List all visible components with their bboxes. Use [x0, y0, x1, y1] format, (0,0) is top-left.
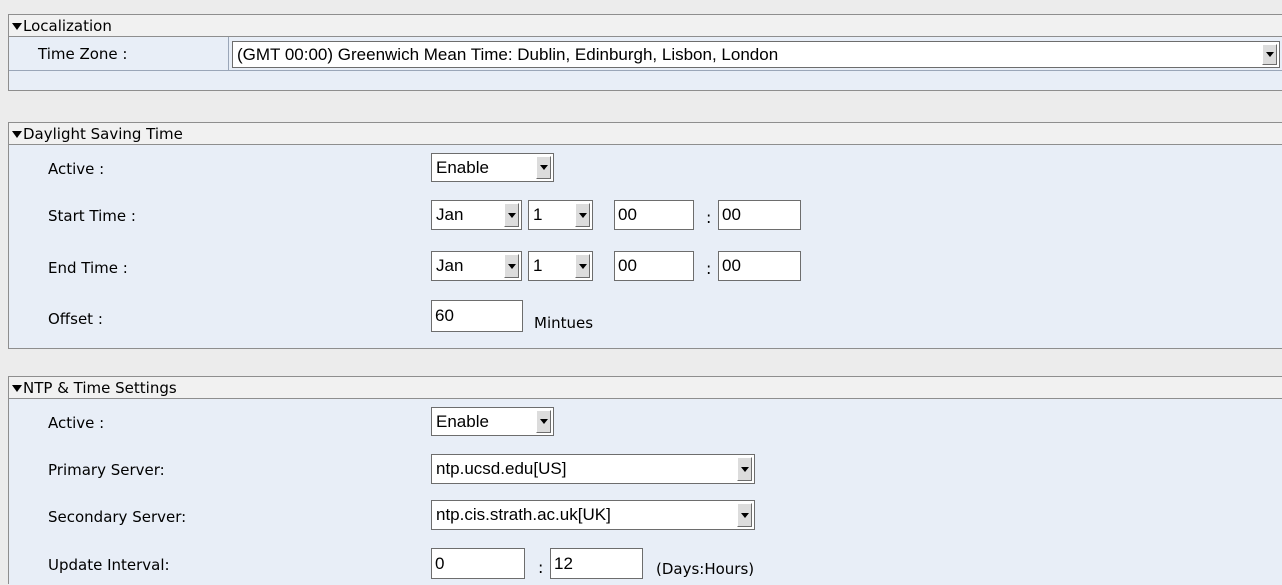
end-day-select[interactable]: 1: [528, 251, 593, 281]
chevron-down-icon[interactable]: [504, 203, 519, 227]
chevron-down-icon[interactable]: [737, 457, 752, 481]
dst-body: Active : Enable Start Time : Jan 1 00 : …: [9, 145, 1282, 348]
ntp-active-label: Active :: [48, 414, 105, 432]
secondary-server-select[interactable]: ntp.cis.strath.ac.uk[UK]: [431, 500, 755, 530]
start-colon: :: [706, 208, 712, 227]
dst-active-row: Active : Enable: [9, 145, 1282, 192]
ntp-section: NTP & Time Settings Active : Enable Prim…: [8, 376, 1282, 585]
dst-header[interactable]: Daylight Saving Time: [9, 123, 1282, 145]
end-day-value: 1: [533, 256, 543, 275]
update-interval-label: Update Interval:: [48, 556, 170, 574]
start-minute-input[interactable]: 00: [718, 200, 801, 230]
chevron-down-icon[interactable]: [536, 156, 551, 179]
secondary-server-row: Secondary Server: ntp.cis.strath.ac.uk[U…: [9, 493, 1282, 540]
ntp-active-select[interactable]: Enable: [431, 407, 554, 436]
interval-days-input[interactable]: 0: [431, 548, 525, 579]
chevron-down-icon[interactable]: [536, 410, 551, 433]
dst-active-select[interactable]: Enable: [431, 153, 554, 182]
time-zone-row: Time Zone : (GMT 00:00) Greenwich Mean T…: [9, 37, 1282, 71]
time-zone-label: Time Zone :: [38, 45, 128, 63]
dst-title: Daylight Saving Time: [23, 125, 183, 143]
interval-hours-input[interactable]: 12: [550, 548, 643, 579]
localization-title: Localization: [23, 17, 112, 35]
dst-offset-row: Offset : 60 Mintues: [9, 294, 1282, 348]
collapse-triangle-icon[interactable]: [12, 23, 22, 30]
start-month-value: Jan: [436, 205, 464, 224]
primary-server-label: Primary Server:: [48, 461, 165, 479]
dst-offset-label: Offset :: [48, 310, 103, 328]
dst-active-label: Active :: [48, 160, 105, 178]
dst-end-row: End Time : Jan 1 00 : 00: [9, 240, 1282, 294]
collapse-triangle-icon[interactable]: [12, 385, 22, 392]
primary-server-select[interactable]: ntp.ucsd.edu[US]: [431, 454, 755, 484]
interval-colon: :: [538, 558, 544, 577]
dst-start-label: Start Time :: [48, 207, 136, 225]
dst-end-label: End Time :: [48, 259, 128, 277]
ntp-title: NTP & Time Settings: [23, 379, 177, 397]
localization-section: Localization Time Zone : (GMT 00:00) Gre…: [8, 14, 1282, 91]
start-month-select[interactable]: Jan: [431, 200, 522, 230]
start-day-value: 1: [533, 205, 543, 224]
start-hour-input[interactable]: 00: [614, 200, 694, 230]
end-month-select[interactable]: Jan: [431, 251, 522, 281]
secondary-server-label: Secondary Server:: [48, 508, 187, 526]
chevron-down-icon[interactable]: [575, 203, 590, 227]
chevron-down-icon[interactable]: [575, 254, 590, 278]
dst-active-value: Enable: [436, 157, 489, 177]
offset-unit: Mintues: [534, 314, 594, 332]
end-month-value: Jan: [436, 256, 464, 275]
localization-header[interactable]: Localization: [9, 15, 1282, 37]
chevron-down-icon[interactable]: [737, 503, 752, 527]
end-hour-input[interactable]: 00: [614, 251, 694, 281]
ntp-active-value: Enable: [436, 411, 489, 431]
update-interval-row: Update Interval: 0 : 12 (Days:Hours): [9, 540, 1282, 585]
dst-section: Daylight Saving Time Active : Enable Sta…: [8, 122, 1282, 349]
chevron-down-icon[interactable]: [504, 254, 519, 278]
primary-server-row: Primary Server: ntp.ucsd.edu[US]: [9, 446, 1282, 493]
interval-unit: (Days:Hours): [656, 560, 755, 578]
ntp-body: Active : Enable Primary Server: ntp.ucsd…: [9, 399, 1282, 585]
ntp-header[interactable]: NTP & Time Settings: [9, 377, 1282, 399]
primary-server-value: ntp.ucsd.edu[US]: [436, 459, 567, 478]
offset-input[interactable]: 60: [431, 300, 523, 332]
chevron-down-icon[interactable]: [1262, 44, 1277, 65]
end-colon: :: [706, 259, 712, 278]
localization-body: Time Zone : (GMT 00:00) Greenwich Mean T…: [9, 37, 1282, 90]
time-zone-value: (GMT 00:00) Greenwich Mean Time: Dublin,…: [237, 44, 779, 64]
secondary-server-value: ntp.cis.strath.ac.uk[UK]: [436, 505, 611, 524]
column-divider: [228, 37, 229, 70]
collapse-triangle-icon[interactable]: [12, 131, 22, 138]
time-zone-select[interactable]: (GMT 00:00) Greenwich Mean Time: Dublin,…: [232, 41, 1280, 68]
end-minute-input[interactable]: 00: [718, 251, 801, 281]
dst-start-row: Start Time : Jan 1 00 : 00: [9, 192, 1282, 240]
start-day-select[interactable]: 1: [528, 200, 593, 230]
ntp-active-row: Active : Enable: [9, 399, 1282, 446]
